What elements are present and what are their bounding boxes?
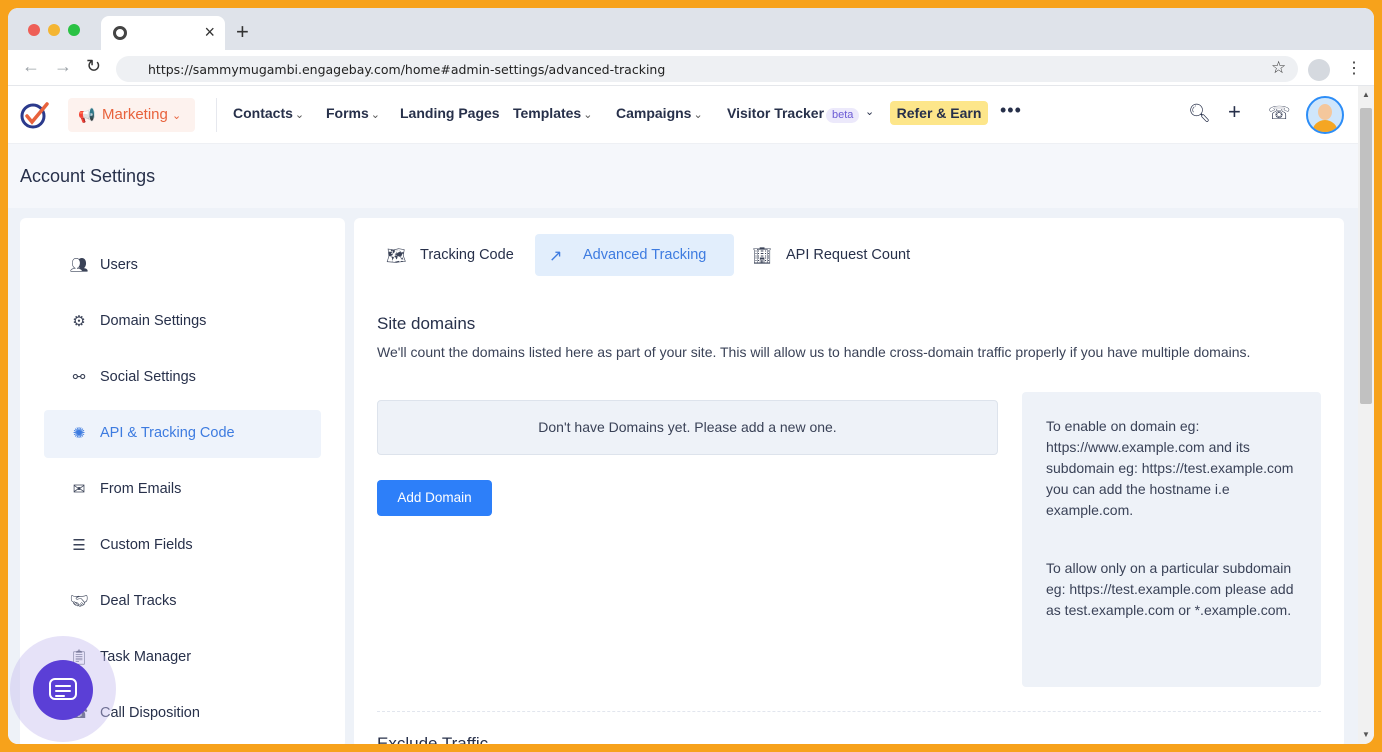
browser-tab[interactable]: × <box>101 16 225 50</box>
close-tab-icon[interactable]: × <box>204 22 215 43</box>
avatar[interactable] <box>1306 96 1344 134</box>
mail-icon: ✉ <box>72 481 86 498</box>
tab-api-request-count[interactable]: 🏢︎ API Request Count <box>738 234 928 276</box>
close-window-button[interactable] <box>28 24 40 36</box>
sidebar-item-users[interactable]: 👥︎ Users <box>44 242 321 290</box>
divider <box>216 98 217 132</box>
sidebar-item-label: Deal Tracks <box>100 593 177 609</box>
minimize-window-button[interactable] <box>48 24 60 36</box>
sidebar-item-domain-settings[interactable]: ⚙︎ Domain Settings <box>44 298 321 346</box>
back-icon[interactable]: ← <box>22 56 40 77</box>
domains-empty-state: Don't have Domains yet. Please add a new… <box>377 400 998 455</box>
tab-label: Advanced Tracking <box>583 247 707 263</box>
forward-icon[interactable]: → <box>54 56 72 77</box>
browser-menu-icon[interactable]: ⋮ <box>1346 58 1362 78</box>
search-icon[interactable]: 🔍︎ <box>1188 103 1211 124</box>
sidebar-item-label: Domain Settings <box>100 313 207 329</box>
avatar-face <box>1318 104 1332 120</box>
sidebar-item-label: Call Disposition <box>100 705 200 721</box>
url-field[interactable]: https://sammymugambi.engagebay.com/home#… <box>116 56 1298 82</box>
sidebar-item-custom-fields[interactable]: ☰ Custom Fields <box>44 522 321 570</box>
sidebar-item-social-settings[interactable]: ⚯ Social Settings <box>44 354 321 402</box>
scroll-up-icon[interactable]: ▲ <box>1362 90 1370 99</box>
scroll-thumb[interactable] <box>1360 108 1372 404</box>
chat-icon-line <box>55 695 65 697</box>
module-switcher[interactable]: 📢 Marketing ⌄ <box>68 98 195 132</box>
megaphone-icon: 📢 <box>78 107 96 123</box>
sliders-icon: ☰ <box>72 537 86 554</box>
sidebar-item-label: API & Tracking Code <box>100 425 235 441</box>
chat-icon-line <box>55 690 71 692</box>
page-title: Account Settings <box>20 166 156 186</box>
sidebar-item-deal-tracks[interactable]: 🤝︎ Deal Tracks <box>44 578 321 626</box>
section-description: We'll count the domains listed here as p… <box>377 344 1251 360</box>
info-panel: To enable on domain eg: https://www.exam… <box>1022 392 1321 687</box>
page-title-bar: Account Settings <box>8 144 1358 208</box>
tab-label: API Request Count <box>786 247 911 263</box>
dialer-icon[interactable]: ☏ <box>1268 103 1291 124</box>
section-divider <box>377 711 1321 712</box>
chevron-down-icon[interactable]: ⌄ <box>865 105 874 118</box>
module-label: Marketing ⌄ <box>102 106 182 123</box>
browser-profile-icon[interactable] <box>1308 59 1330 81</box>
new-tab-icon[interactable]: + <box>236 19 249 45</box>
browser-tab-bar: × + <box>8 8 1374 50</box>
advanced-tracking-icon: ↗ <box>549 248 563 265</box>
page-scrollbar[interactable]: ▲ ▼ <box>1358 86 1374 744</box>
nav-campaigns[interactable]: Campaigns ⌄ <box>616 105 703 121</box>
reload-icon[interactable]: ↻ <box>86 56 101 77</box>
tab-tracking-code[interactable]: 🗺︎ Tracking Code <box>372 234 532 276</box>
sidebar-item-label: Social Settings <box>100 369 196 385</box>
nav-templates[interactable]: Templates ⌄ <box>513 105 592 121</box>
info-paragraph: To allow only on a particular subdomain … <box>1046 560 1294 618</box>
users-icon: 👥︎ <box>69 257 89 274</box>
add-icon[interactable]: + <box>1228 99 1241 125</box>
share-icon: ⚯ <box>72 369 86 386</box>
browser-window: × + ← → ↻ https://sammymugambi.engagebay… <box>8 8 1374 744</box>
maximize-window-button[interactable] <box>68 24 80 36</box>
handshake-icon: 🤝︎ <box>69 593 89 610</box>
avatar-body <box>1312 120 1338 132</box>
api-icon: ✺ <box>72 425 86 442</box>
engagebay-logo[interactable] <box>20 100 50 130</box>
nav-visitor-tracker[interactable]: Visitor Tracker <box>727 105 824 121</box>
tab-label: Tracking Code <box>420 247 514 263</box>
chat-icon-line <box>55 685 71 687</box>
empty-message: Don't have Domains yet. Please add a new… <box>538 419 837 435</box>
sidebar-item-label: From Emails <box>100 481 182 497</box>
more-icon[interactable]: ••• <box>1000 100 1022 121</box>
add-domain-button[interactable]: Add Domain <box>377 480 492 516</box>
tracking-code-icon: 🗺︎ <box>386 248 407 265</box>
section-heading: Exclude Traffic <box>377 734 489 744</box>
url-text: https://sammymugambi.engagebay.com/home#… <box>148 62 666 77</box>
chrome-icon <box>113 26 127 40</box>
refer-earn-button[interactable]: Refer & Earn <box>890 101 988 125</box>
sidebar-item-from-emails[interactable]: ✉ From Emails <box>44 466 321 514</box>
sidebar-item-label: Custom Fields <box>100 537 193 553</box>
address-bar: ← → ↻ https://sammymugambi.engagebay.com… <box>8 50 1374 86</box>
main-panel: 🗺︎ Tracking Code ↗ Advanced Tracking 🏢︎ … <box>354 218 1344 744</box>
sidebar-item-api-tracking-code[interactable]: ✺ API & Tracking Code <box>44 410 321 458</box>
tab-advanced-tracking[interactable]: ↗ Advanced Tracking <box>535 234 734 276</box>
sidebar-item-label: Users <box>100 257 138 273</box>
nav-contacts[interactable]: Contacts ⌄ <box>233 105 304 121</box>
nav-forms[interactable]: Forms ⌄ <box>326 105 380 121</box>
bookmark-star-icon[interactable]: ☆ <box>1271 58 1286 78</box>
domain-icon: ⚙︎ <box>72 313 86 330</box>
api-request-icon: 🏢︎ <box>752 248 773 265</box>
beta-badge: beta <box>826 108 860 123</box>
section-heading: Site domains <box>377 314 476 333</box>
scroll-down-icon[interactable]: ▼ <box>1362 730 1370 739</box>
chat-widget-button[interactable] <box>33 660 93 720</box>
sidebar-item-label: Task Manager <box>100 649 192 665</box>
info-paragraph: To enable on domain eg: https://www.exam… <box>1046 418 1294 518</box>
app-header: 📢 Marketing ⌄ Contacts ⌄ Forms ⌄ Landing P… <box>8 86 1358 144</box>
nav-landing-pages[interactable]: Landing Pages <box>400 105 500 121</box>
